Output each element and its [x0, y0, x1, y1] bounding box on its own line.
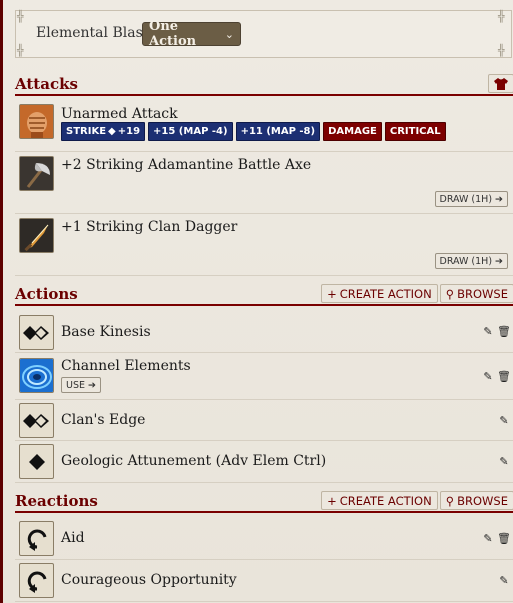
- strike-button[interactable]: STRIKE ◆ +19: [61, 122, 146, 141]
- strike-label: STRIKE: [66, 126, 107, 137]
- chevron-down-icon: ⌄: [224, 27, 234, 41]
- edit-icon[interactable]: ✎: [498, 414, 510, 427]
- corner-ornament-icon: ╬: [17, 10, 24, 23]
- reactions-header: Reactions + CREATE ACTION ⚲ BROWSE: [15, 491, 513, 513]
- reaction-name[interactable]: Courageous Opportunity: [61, 572, 237, 588]
- two-action-icon[interactable]: [19, 403, 54, 438]
- plus-icon: +: [327, 493, 337, 508]
- search-icon: ⚲: [445, 493, 455, 508]
- draw-label: DRAW (1H): [439, 255, 493, 267]
- draw-button[interactable]: DRAW (1H) ➔: [434, 191, 508, 207]
- fist-icon[interactable]: [19, 104, 54, 139]
- search-icon: ⚲: [445, 286, 455, 301]
- one-action-icon[interactable]: [19, 444, 54, 479]
- action-name[interactable]: Geologic Attunement (Adv Elem Ctrl): [61, 453, 326, 469]
- reaction-icon[interactable]: [19, 521, 54, 556]
- action-row-channel-elements: Channel Elements USE ➔ ✎ 🗑: [15, 353, 513, 400]
- actions-header: Actions + CREATE ACTION ⚲ BROWSE: [15, 284, 513, 306]
- attack-name[interactable]: +2 Striking Adamantine Battle Axe: [61, 157, 311, 173]
- edit-icon[interactable]: ✎: [482, 325, 494, 338]
- elemental-blast-box: ╬ ╬ ╬ ╬ Elemental Blast One Action ⌄: [15, 10, 512, 58]
- reaction-row-courageous-opportunity: Courageous Opportunity ✎: [15, 560, 513, 602]
- edit-icon[interactable]: ✎: [498, 574, 510, 587]
- edit-icon[interactable]: ✎: [482, 532, 494, 545]
- reaction-icon[interactable]: [19, 563, 54, 598]
- shirt-icon[interactable]: [488, 74, 513, 93]
- actions-title: Actions: [15, 285, 78, 303]
- trash-icon[interactable]: 🗑: [497, 325, 511, 338]
- attack-name[interactable]: Unarmed Attack: [61, 106, 178, 122]
- browse-label: BROWSE: [457, 493, 508, 508]
- map-4-button[interactable]: +15 (MAP -4): [148, 122, 233, 141]
- edit-icon[interactable]: ✎: [498, 455, 510, 468]
- map-8-button[interactable]: +11 (MAP -8): [235, 122, 321, 141]
- corner-ornament-icon: ╬: [17, 44, 24, 57]
- create-action-label: CREATE ACTION: [339, 286, 432, 301]
- critical-button[interactable]: CRITICAL: [384, 122, 446, 141]
- strike-tags: STRIKE ◆ +19 +15 (MAP -4) +11 (MAP -8) D…: [61, 122, 446, 141]
- action-name[interactable]: Clan's Edge: [61, 412, 145, 428]
- draw-label: DRAW (1H): [439, 193, 493, 205]
- reaction-row-aid: Aid ✎ 🗑: [15, 518, 513, 560]
- action-row-geologic-attunement: Geologic Attunement (Adv Elem Ctrl) ✎: [15, 441, 513, 483]
- attacks-title: Attacks: [15, 75, 78, 93]
- browse-button[interactable]: ⚲ BROWSE: [439, 491, 513, 510]
- one-action-icon: ➔: [495, 255, 503, 267]
- trash-icon[interactable]: 🗑: [497, 370, 511, 383]
- action-name[interactable]: Channel Elements: [61, 358, 191, 374]
- attack-row-battle-axe: +2 Striking Adamantine Battle Axe DRAW (…: [15, 152, 513, 214]
- one-action-icon: ◆: [108, 126, 116, 137]
- corner-ornament-icon: ╬: [498, 10, 505, 23]
- use-label: USE: [66, 379, 85, 391]
- draw-button[interactable]: DRAW (1H) ➔: [434, 253, 508, 269]
- two-action-icon[interactable]: [19, 315, 54, 350]
- attack-row-unarmed: Unarmed Attack STRIKE ◆ +19 +15 (MAP -4)…: [15, 100, 513, 152]
- action-row-base-kinesis: Base Kinesis ✎ 🗑: [15, 311, 513, 353]
- action-name[interactable]: Base Kinesis: [61, 324, 151, 340]
- use-button[interactable]: USE ➔: [61, 377, 101, 393]
- create-action-label: CREATE ACTION: [339, 493, 432, 508]
- plus-icon: +: [327, 286, 337, 301]
- attacks-header: Attacks: [15, 74, 513, 96]
- vortex-icon[interactable]: [19, 358, 54, 393]
- reaction-name[interactable]: Aid: [61, 530, 85, 546]
- corner-ornament-icon: ╬: [498, 44, 505, 57]
- browse-label: BROWSE: [457, 286, 508, 301]
- battle-axe-icon[interactable]: [19, 156, 54, 191]
- edit-icon[interactable]: ✎: [482, 370, 494, 383]
- create-action-button[interactable]: + CREATE ACTION: [321, 284, 438, 303]
- one-action-icon: ➔: [495, 193, 503, 205]
- attack-name[interactable]: +1 Striking Clan Dagger: [61, 219, 237, 235]
- action-count-value: One Action: [149, 19, 197, 49]
- action-count-select[interactable]: One Action ⌄: [142, 19, 241, 49]
- character-sheet-panel: ╬ ╬ ╬ ╬ Elemental Blast One Action ⌄ Att…: [0, 0, 513, 603]
- strike-bonus: +19: [117, 126, 141, 137]
- attack-row-clan-dagger: +1 Striking Clan Dagger DRAW (1H) ➔: [15, 214, 513, 276]
- one-action-icon: ➔: [88, 379, 96, 391]
- action-row-clans-edge: Clan's Edge ✎: [15, 400, 513, 441]
- damage-button[interactable]: DAMAGE: [323, 122, 382, 141]
- reactions-title: Reactions: [15, 492, 98, 510]
- elemental-blast-label: Elemental Blast: [36, 25, 149, 41]
- create-action-button[interactable]: + CREATE ACTION: [321, 491, 438, 510]
- dagger-icon[interactable]: [19, 218, 54, 253]
- browse-button[interactable]: ⚲ BROWSE: [439, 284, 513, 303]
- trash-icon[interactable]: 🗑: [497, 532, 511, 545]
